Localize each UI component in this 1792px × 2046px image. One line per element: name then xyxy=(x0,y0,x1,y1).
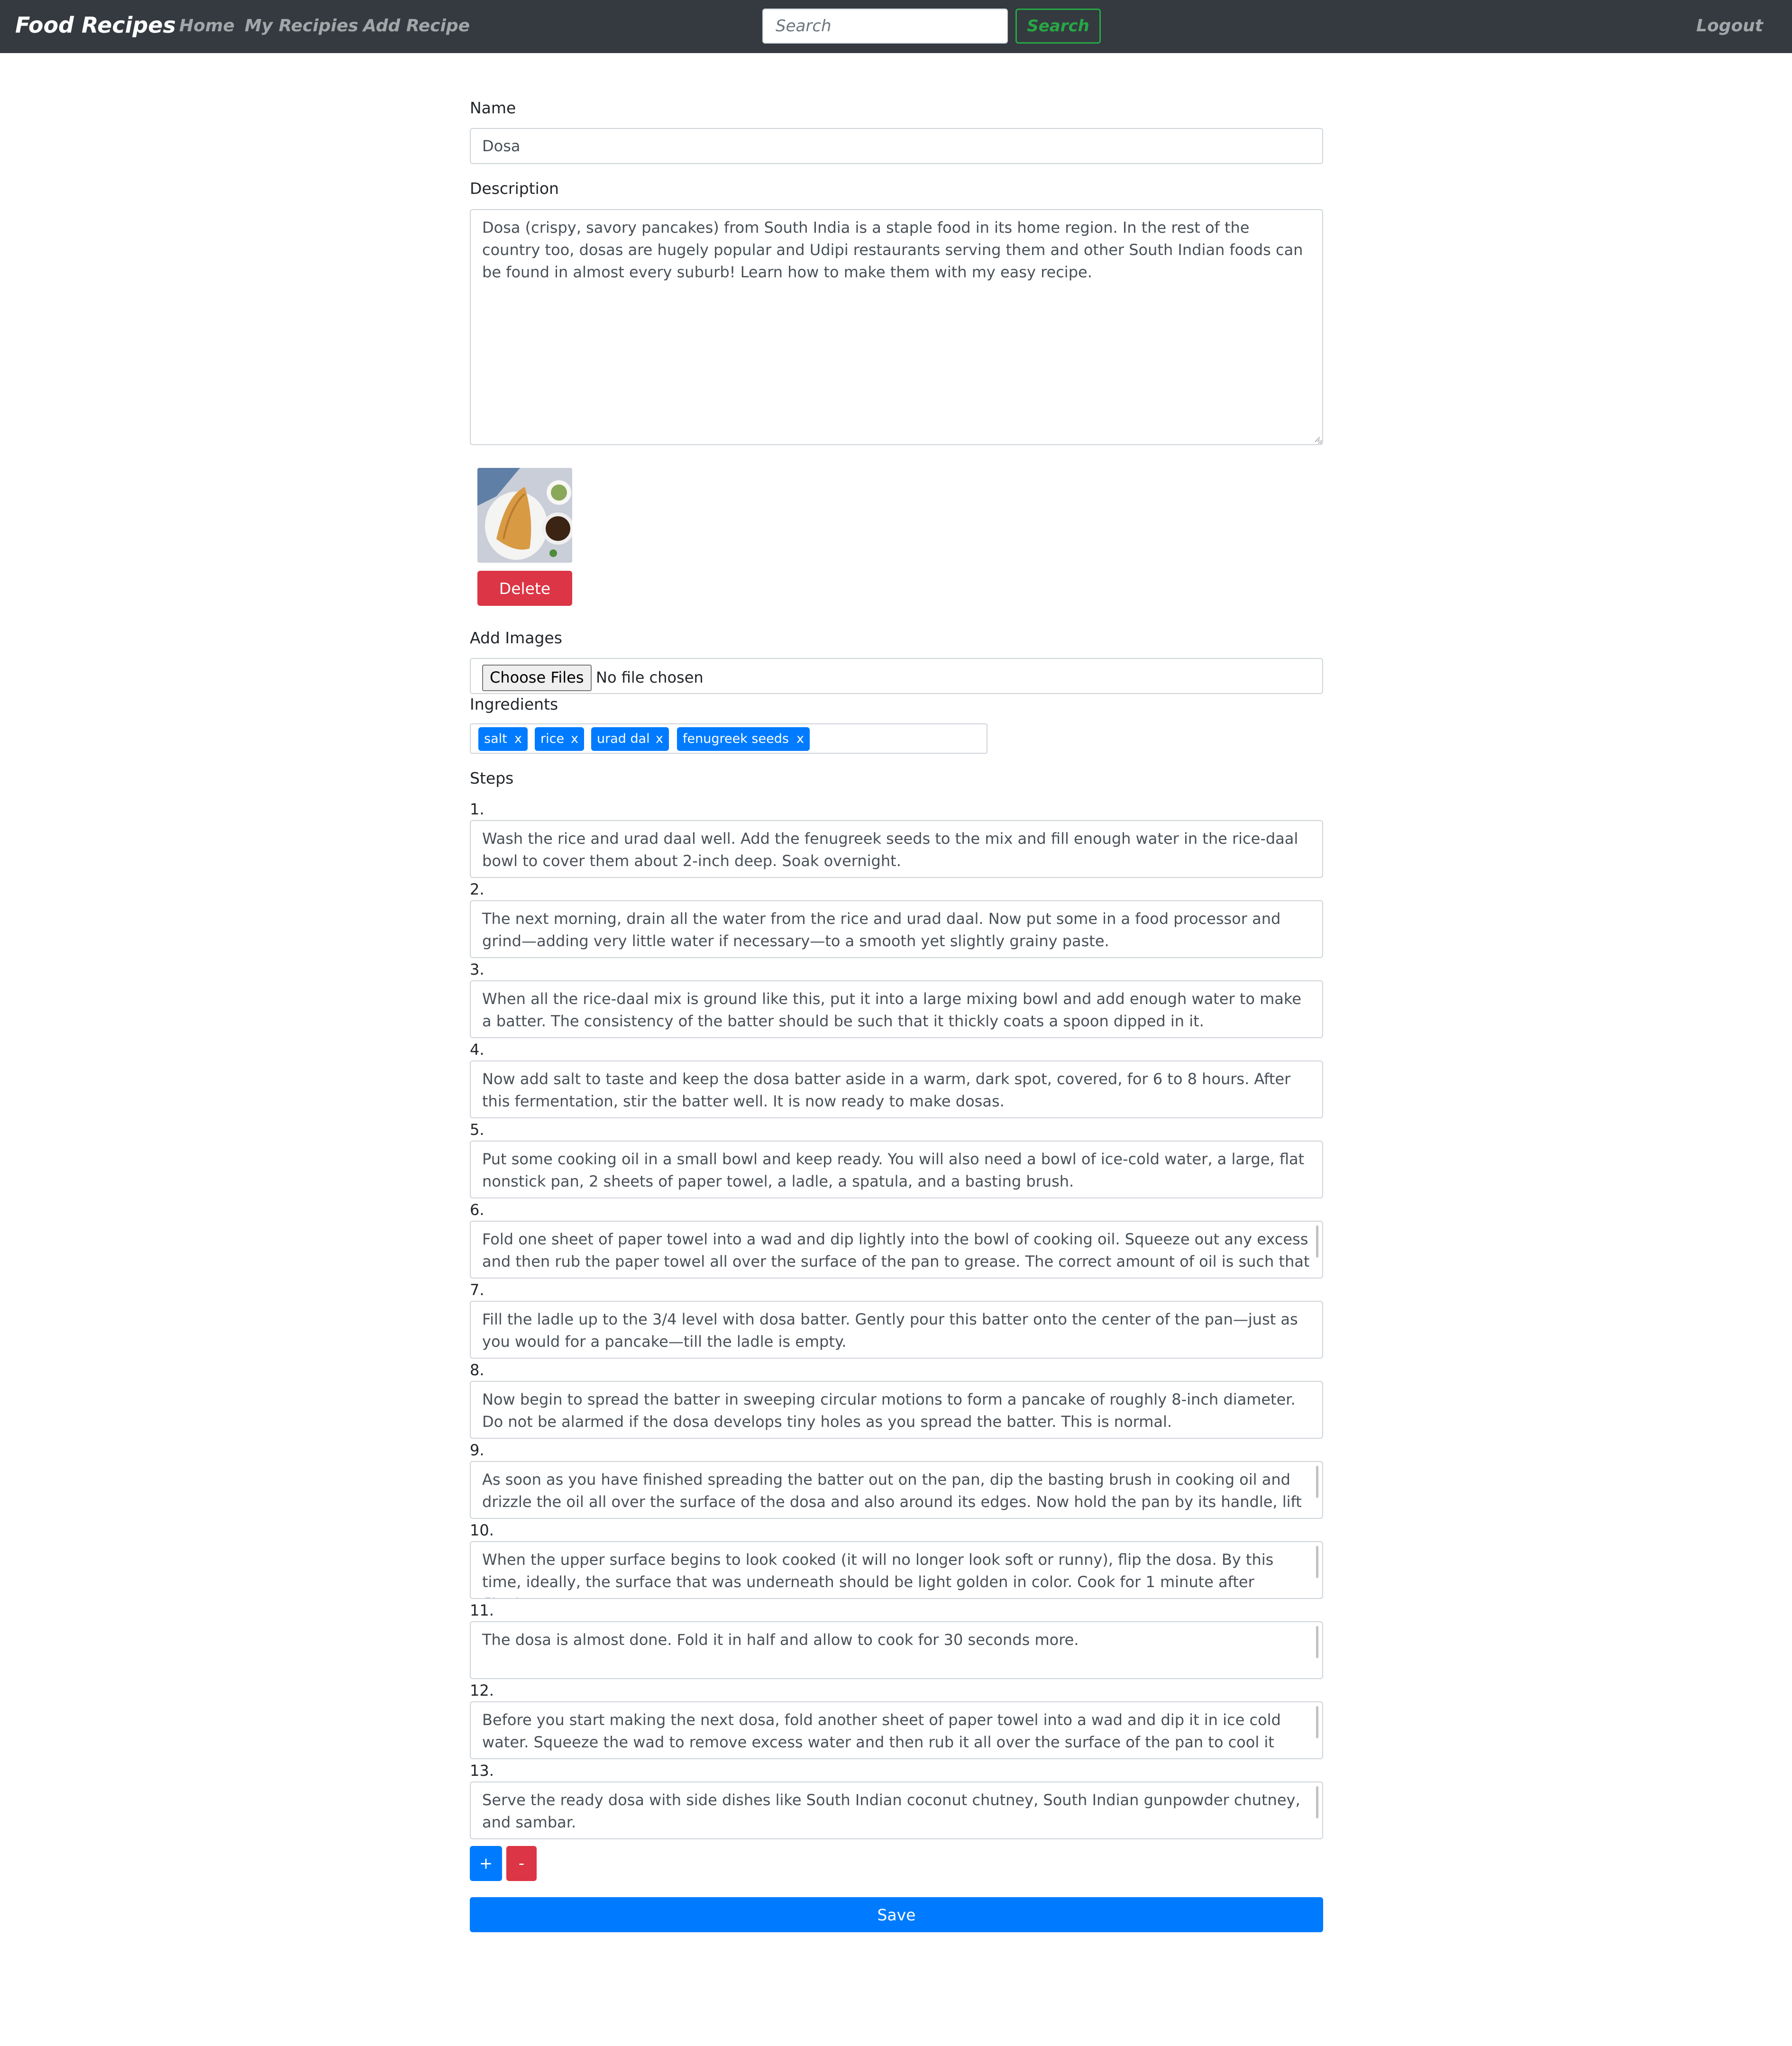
step-textarea[interactable]: Now add salt to taste and keep the dosa … xyxy=(470,1060,1323,1118)
save-button[interactable]: Save xyxy=(470,1897,1323,1932)
file-input[interactable]: Choose Files No file chosen xyxy=(470,658,1323,694)
step-textarea[interactable]: The dosa is almost done. Fold it in half… xyxy=(470,1621,1323,1679)
step-text: Now add salt to taste and keep the dosa … xyxy=(482,1070,1291,1110)
step-text: Now begin to spread the batter in sweepi… xyxy=(482,1390,1296,1431)
delete-image-button[interactable]: Delete xyxy=(477,571,572,606)
ingredient-tag-label: fenugreek seeds xyxy=(683,731,789,746)
scrollbar-thumb[interactable] xyxy=(1316,1466,1318,1498)
step-text: Wash the rice and urad daal well. Add th… xyxy=(482,830,1298,870)
scrollbar-thumb[interactable] xyxy=(1316,1786,1318,1818)
nav-link-home[interactable]: Home xyxy=(179,16,235,36)
step-text: Fill the ladle up to the 3/4 level with … xyxy=(482,1310,1298,1351)
ingredient-tag: rice x xyxy=(535,727,584,751)
ingredient-tag: fenugreek seeds x xyxy=(677,727,810,751)
step-number: 7. xyxy=(470,1281,485,1299)
remove-step-button[interactable]: - xyxy=(506,1846,537,1881)
step-number: 6. xyxy=(470,1201,485,1219)
tag-remove-icon[interactable]: x xyxy=(571,727,578,751)
ingredient-tag-label: urad dal xyxy=(597,731,650,746)
step-textarea[interactable]: Wash the rice and urad daal well. Add th… xyxy=(470,820,1323,878)
ingredients-tag-input[interactable]: salt x rice x urad dal x fenugreek seeds… xyxy=(470,723,987,754)
ingredient-tag: urad dal x xyxy=(591,727,669,751)
step-number: 11. xyxy=(470,1601,494,1619)
description-textarea[interactable]: Dosa (crispy, savory pancakes) from Sout… xyxy=(470,209,1323,445)
navbar: Food Recipes Home My Recipies Add Recipe… xyxy=(0,0,1792,53)
step-number: 10. xyxy=(470,1521,494,1539)
step-number: 9. xyxy=(470,1441,485,1459)
step-text: When the upper surface begins to look co… xyxy=(482,1551,1274,1598)
search-input[interactable] xyxy=(762,9,1008,44)
description-label: Description xyxy=(470,179,559,198)
name-label: Name xyxy=(470,99,516,117)
step-text: The next morning, drain all the water fr… xyxy=(482,910,1281,950)
tag-remove-icon[interactable]: x xyxy=(796,727,804,751)
resize-grip-icon[interactable] xyxy=(1314,436,1320,442)
ingredient-tag-label: salt xyxy=(484,731,507,746)
file-status-text: No file chosen xyxy=(596,668,704,686)
scrollbar-thumb[interactable] xyxy=(1316,1546,1318,1578)
step-text: Fold one sheet of paper towel into a wad… xyxy=(482,1230,1310,1270)
step-textarea[interactable]: When all the rice-daal mix is ground lik… xyxy=(470,980,1323,1038)
step-textarea[interactable]: Fill the ladle up to the 3/4 level with … xyxy=(470,1301,1323,1359)
step-textarea[interactable]: Serve the ready dosa with side dishes li… xyxy=(470,1781,1323,1839)
step-textarea[interactable]: Now begin to spread the batter in sweepi… xyxy=(470,1381,1323,1439)
nav-link-add-recipe[interactable]: Add Recipe xyxy=(363,16,470,36)
choose-files-button[interactable]: Choose Files xyxy=(482,665,592,691)
step-number: 12. xyxy=(470,1681,494,1699)
description-text: Dosa (crispy, savory pancakes) from Sout… xyxy=(482,219,1303,281)
tag-remove-icon[interactable]: x xyxy=(656,727,663,751)
step-text: As soon as you have finished spreading t… xyxy=(482,1471,1302,1518)
name-input[interactable]: Dosa xyxy=(470,128,1323,164)
ingredient-tag: salt x xyxy=(478,727,528,751)
scrollbar-thumb[interactable] xyxy=(1316,1706,1318,1738)
step-text: When all the rice-daal mix is ground lik… xyxy=(482,990,1301,1030)
step-number: 1. xyxy=(470,800,485,818)
add-step-button[interactable]: + xyxy=(470,1846,502,1881)
recipe-image-thumbnail xyxy=(477,468,572,563)
logout-link[interactable]: Logout xyxy=(1696,16,1763,36)
step-number: 4. xyxy=(470,1041,485,1059)
scrollbar-thumb[interactable] xyxy=(1316,1225,1318,1258)
step-text: Serve the ready dosa with side dishes li… xyxy=(482,1791,1300,1831)
add-images-label: Add Images xyxy=(470,629,562,647)
step-text: Put some cooking oil in a small bowl and… xyxy=(482,1150,1305,1190)
step-textarea[interactable]: Put some cooking oil in a small bowl and… xyxy=(470,1141,1323,1198)
scrollbar-thumb[interactable] xyxy=(1316,1626,1318,1658)
step-textarea[interactable]: As soon as you have finished spreading t… xyxy=(470,1461,1323,1519)
step-number: 13. xyxy=(470,1762,494,1780)
step-number: 3. xyxy=(470,960,485,978)
ingredients-label: Ingredients xyxy=(470,695,558,713)
step-number: 8. xyxy=(470,1361,485,1379)
step-textarea[interactable]: Fold one sheet of paper towel into a wad… xyxy=(470,1221,1323,1279)
tag-remove-icon[interactable]: x xyxy=(514,727,522,751)
step-textarea[interactable]: When the upper surface begins to look co… xyxy=(470,1541,1323,1599)
step-textarea[interactable]: Before you start making the next dosa, f… xyxy=(470,1701,1323,1759)
search-button[interactable]: Search xyxy=(1015,9,1101,44)
steps-label: Steps xyxy=(470,769,514,787)
nav-link-my-recipes[interactable]: My Recipies xyxy=(245,16,358,36)
ingredient-tag-label: rice xyxy=(540,731,565,746)
step-textarea[interactable]: The next morning, drain all the water fr… xyxy=(470,900,1323,958)
brand-logo[interactable]: Food Recipes xyxy=(15,12,176,38)
step-number: 5. xyxy=(470,1121,485,1139)
step-text: The dosa is almost done. Fold it in half… xyxy=(482,1631,1079,1649)
step-number: 2. xyxy=(470,880,485,898)
step-text: Before you start making the next dosa, f… xyxy=(482,1711,1281,1751)
